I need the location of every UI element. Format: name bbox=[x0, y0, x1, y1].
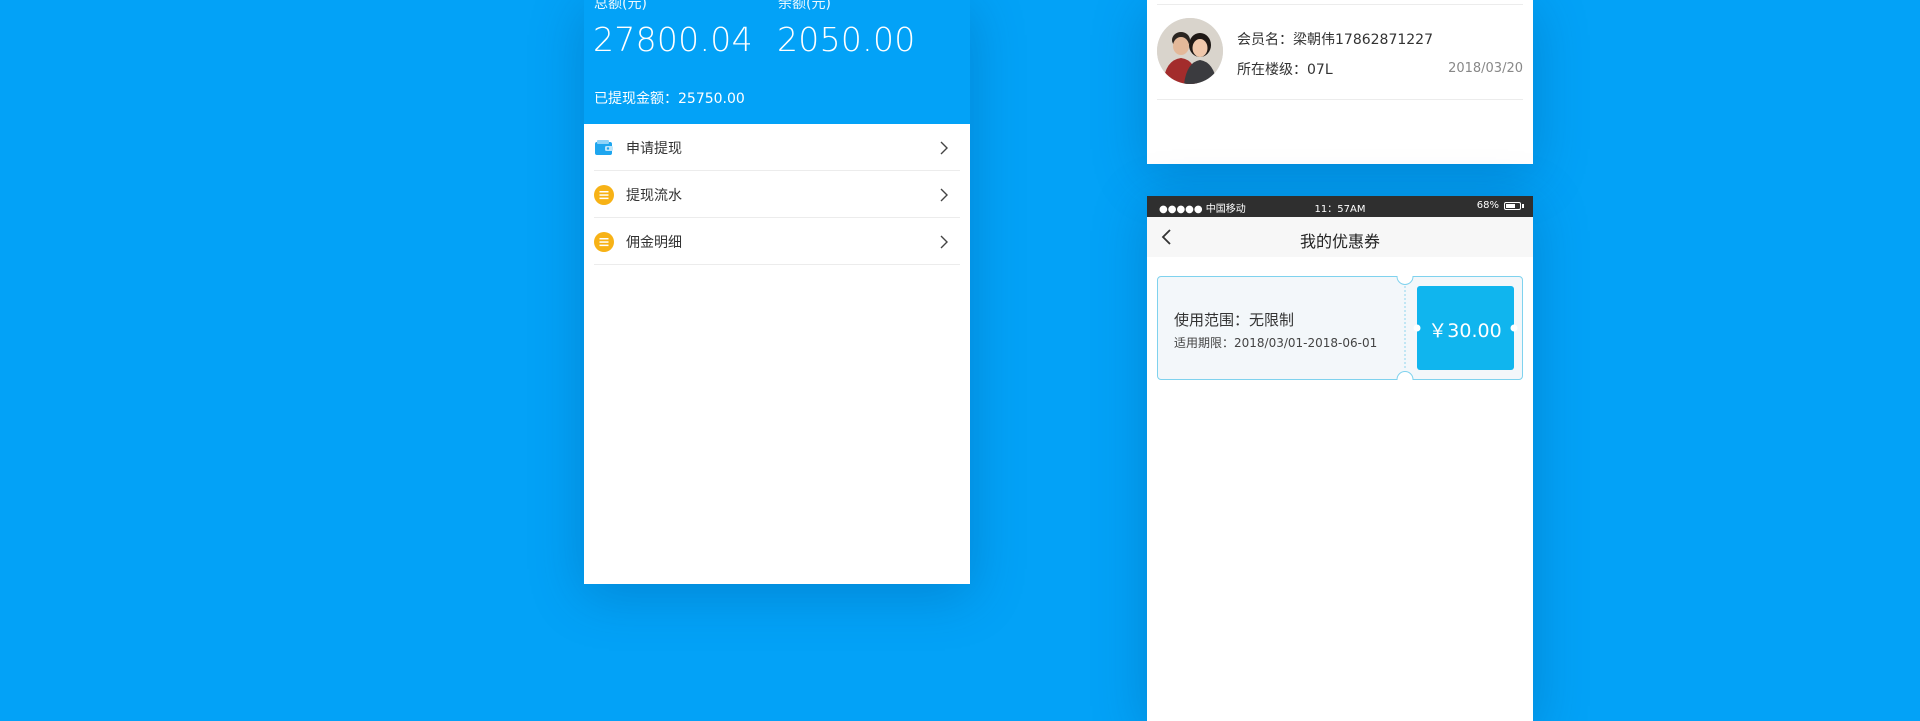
menu-item-label: 申请提现 bbox=[626, 141, 682, 157]
status-time: 11：57AM bbox=[1314, 204, 1366, 215]
wallet-menu: 申请提现 提现流水 佣金明细 bbox=[584, 124, 970, 265]
wallet-screen: 总额(元) 27800.04 余额(元) 2050.00 已提现金额：25750… bbox=[584, 0, 970, 584]
coupon-amount: ￥30.00 bbox=[1428, 320, 1502, 342]
menu-item-withdraw-records[interactable]: 提现流水 bbox=[594, 171, 960, 218]
status-bar: ●●●●● 中国移动 11：57AM 68% bbox=[1147, 196, 1533, 217]
member-floor: 所在楼级：07L bbox=[1237, 62, 1333, 78]
coupon-card[interactable]: 使用范围：无限制 适用期限：2018/03/01-2018-06-01 ￥30.… bbox=[1157, 276, 1523, 380]
coupon-scope: 使用范围：无限制 bbox=[1174, 311, 1295, 329]
menu-item-apply-withdraw[interactable]: 申请提现 bbox=[594, 124, 960, 171]
menu-item-label: 提现流水 bbox=[626, 188, 682, 204]
nav-bar: 我的优惠券 bbox=[1147, 217, 1533, 257]
member-screen: 会员名：梁朝伟17862871227 所在楼级：07L 2018/03/20 bbox=[1147, 0, 1533, 164]
page-title: 我的优惠券 bbox=[1299, 232, 1380, 251]
chevron-right-icon bbox=[940, 188, 948, 202]
wallet-icon bbox=[595, 140, 613, 155]
coupon-screen: ●●●●● 中国移动 11：57AM 68% 我的优惠券 使用范围：无限制 适用… bbox=[1147, 196, 1533, 721]
withdrawn-amount: 已提现金额：25750.00 bbox=[594, 91, 745, 107]
menu-item-commission-details[interactable]: 佣金明细 bbox=[594, 218, 960, 265]
wallet-header: 总额(元) 27800.04 余额(元) 2050.00 已提现金额：25750… bbox=[584, 0, 970, 124]
chevron-right-icon bbox=[940, 235, 948, 249]
battery-cap bbox=[1522, 204, 1524, 208]
avatar bbox=[1157, 18, 1223, 84]
balance-value: 2050.00 bbox=[777, 20, 916, 59]
balance-label: 余额(元) bbox=[778, 0, 831, 12]
member-list-item[interactable]: 会员名：梁朝伟17862871227 所在楼级：07L 2018/03/20 bbox=[1157, 4, 1523, 100]
member-date: 2018/03/20 bbox=[1448, 61, 1523, 76]
menu-item-label: 佣金明细 bbox=[626, 235, 682, 251]
total-amount-value: 27800.04 bbox=[593, 20, 753, 59]
battery-icon bbox=[1504, 202, 1521, 210]
battery-percent: 68% bbox=[1476, 200, 1499, 211]
avatar-photo-icon bbox=[1157, 18, 1223, 84]
chevron-right-icon bbox=[940, 141, 948, 155]
total-amount-label: 总额(元) bbox=[594, 0, 647, 12]
list-icon bbox=[594, 185, 614, 205]
member-name: 会员名：梁朝伟17862871227 bbox=[1237, 32, 1433, 48]
battery-fill bbox=[1506, 204, 1515, 208]
list-icon bbox=[594, 232, 614, 252]
coupon-validity: 适用期限：2018/03/01-2018-06-01 bbox=[1174, 336, 1378, 350]
